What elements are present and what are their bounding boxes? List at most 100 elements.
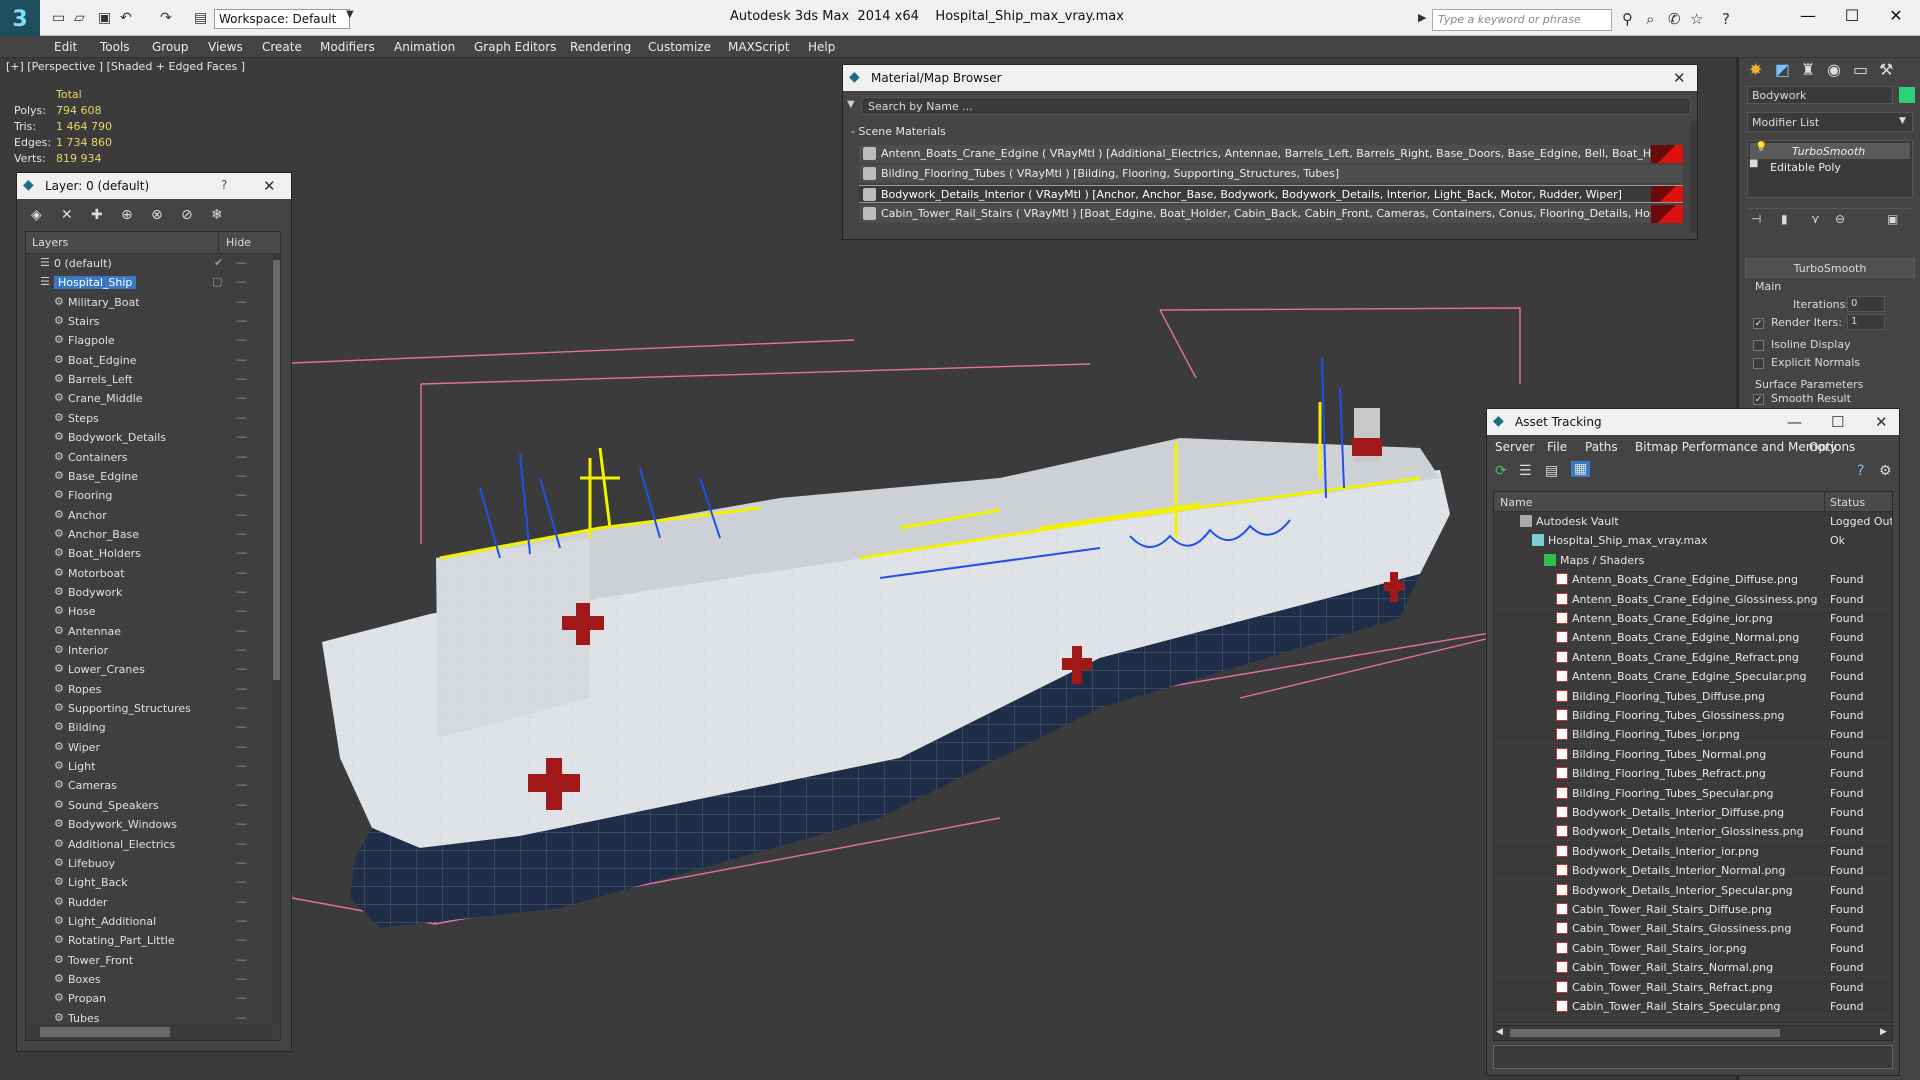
layer-vscroll-thumb[interactable] xyxy=(273,260,280,680)
hide-toggle[interactable]: — xyxy=(236,411,247,424)
asset-row[interactable]: Cabin_Tower_Rail_Stairs_Normal.png Found xyxy=(1494,958,1892,978)
asset-row[interactable]: Antenn_Boats_Crane_Edgine_ior.png Found xyxy=(1494,609,1892,628)
hide-toggle[interactable]: — xyxy=(236,508,247,521)
stack-item-editable-poly[interactable]: Editable Poly xyxy=(1750,159,1910,175)
table-view-icon[interactable]: ▦ xyxy=(1571,461,1591,477)
layer-row[interactable]: ⚙ Lifebuoy — xyxy=(26,854,266,873)
undo-icon[interactable]: ↶ xyxy=(120,10,132,26)
workspace-chevron-down-icon[interactable]: ▼ xyxy=(346,9,354,20)
infocenter-expand-icon[interactable]: ▶ xyxy=(1418,11,1426,24)
asset-close-icon[interactable]: ✕ xyxy=(1875,413,1888,431)
delete-layer-icon[interactable]: ✕ xyxy=(61,207,73,223)
layer-row[interactable]: ⚙ Wiper — xyxy=(26,738,266,757)
layer-row[interactable]: ⚙ Flagpole — xyxy=(26,331,266,350)
hide-column-label[interactable]: Hide xyxy=(226,236,251,249)
layer-row[interactable]: ⚙ Light_Additional — xyxy=(26,912,266,931)
asset-horizontal-scrollbar[interactable]: ◀ ▶ xyxy=(1493,1025,1893,1041)
layer-row[interactable]: ⚙ Supporting_Structures — xyxy=(26,699,266,718)
asset-row[interactable]: Cabin_Tower_Rail_Stairs_Refract.png Found xyxy=(1494,978,1892,997)
hide-toggle[interactable]: — xyxy=(236,585,247,598)
layer-row[interactable]: ⚙ Boat_Holders — xyxy=(26,544,266,563)
asset-row[interactable]: Cabin_Tower_Rail_Stairs_Glossiness.png Fo… xyxy=(1494,919,1892,939)
hide-toggle[interactable]: — xyxy=(236,759,247,772)
layer-row[interactable]: ⚙ Light_Back — xyxy=(26,873,266,892)
modifier-on-bulb-icon[interactable]: 💡 xyxy=(1755,142,1767,153)
motion-tab-icon[interactable]: ◉ xyxy=(1827,60,1841,79)
layer-row[interactable]: ⚙ Rotating_Part_Little — xyxy=(26,931,266,950)
asset-row[interactable]: Cabin_Tower_Rail_Stairs_Specular.png Foun… xyxy=(1494,997,1892,1016)
minimize-window-icon[interactable]: — xyxy=(1786,6,1830,25)
save-file-icon[interactable]: ▣ xyxy=(98,10,111,26)
asset-row[interactable]: Bodywork_Details_Interior_ior.png Found xyxy=(1494,842,1892,861)
layers-column-label[interactable]: Layers xyxy=(32,236,68,249)
status-column-label[interactable]: Status xyxy=(1830,496,1865,509)
layer-row[interactable]: ⚙ Boat_Edgine — xyxy=(26,351,266,370)
render-iters-checkbox[interactable]: ✓ xyxy=(1753,318,1764,329)
create-tab-icon[interactable]: ✸ xyxy=(1749,60,1762,79)
hide-toggle[interactable]: — xyxy=(236,546,247,559)
layer-row[interactable]: ⚙ Cameras — xyxy=(26,776,266,795)
asset-menu-paths[interactable]: Paths xyxy=(1585,440,1618,454)
viewport-label[interactable]: [+] [Perspective ] [Shaded + Edged Faces… xyxy=(6,60,245,73)
layer-row[interactable]: ⚙ Light — xyxy=(26,757,266,776)
hide-toggle[interactable]: — xyxy=(236,682,247,695)
asset-row[interactable]: Bilding_Flooring_Tubes_ior.png Found xyxy=(1494,725,1892,745)
layer-horizontal-scrollbar[interactable] xyxy=(26,1024,272,1040)
menu-customize[interactable]: Customize xyxy=(648,40,711,54)
hide-toggle[interactable]: — xyxy=(236,875,247,888)
search-icon[interactable]: ⌕ xyxy=(1646,10,1654,28)
layer-row[interactable]: ⚙ Interior — xyxy=(26,641,266,660)
asset-row[interactable]: Cabin_Tower_Rail_Stairs_Diffuse.png Found xyxy=(1494,900,1892,919)
binoculars-icon[interactable]: ⚲ xyxy=(1622,10,1633,28)
layer-row[interactable]: ⚙ Bodywork_Details — xyxy=(26,428,266,447)
hide-toggle[interactable]: — xyxy=(236,643,247,656)
stack-expand-icon[interactable]: ■ xyxy=(1749,158,1758,169)
pin-stack-icon[interactable]: ⊣ xyxy=(1751,212,1761,226)
hide-toggle[interactable]: — xyxy=(236,720,247,733)
asset-settings-icon[interactable]: ⚙ xyxy=(1879,463,1892,479)
select-in-layer-icon[interactable]: ⊕ xyxy=(121,207,133,223)
hide-toggle[interactable]: — xyxy=(236,662,247,675)
hide-toggle[interactable]: — xyxy=(236,566,247,579)
refresh-icon[interactable]: ⟳ xyxy=(1495,463,1507,479)
layer-row[interactable]: ⚙ Flooring — xyxy=(26,486,266,505)
redo-icon[interactable]: ↷ xyxy=(160,10,172,26)
hide-toggle[interactable]: — xyxy=(236,817,247,830)
menu-maxscript[interactable]: MAXScript xyxy=(728,40,790,54)
menu-help[interactable]: Help xyxy=(808,40,835,54)
scroll-left-icon[interactable]: ◀ xyxy=(1496,1027,1503,1037)
layer-row-default[interactable]: ☰ 0 (default) ✔ — xyxy=(26,254,266,273)
asset-row[interactable]: Bilding_Flooring_Tubes_Refract.png Found xyxy=(1494,764,1892,784)
layer-row[interactable]: ⚙ Bilding — xyxy=(26,718,266,737)
hide-toggle[interactable]: — xyxy=(236,991,247,1004)
layer-row[interactable]: ⚙ Containers — xyxy=(26,448,266,467)
layer-row[interactable]: ⚙ Ropes — xyxy=(26,680,266,699)
hide-toggle[interactable]: — xyxy=(236,488,247,501)
material-row[interactable]: Antenn_Boats_Crane_Edgine ( VRayMtl ) [A… xyxy=(859,145,1683,163)
scroll-right-icon[interactable]: ▶ xyxy=(1880,1027,1887,1037)
hide-toggle[interactable]: — xyxy=(236,895,247,908)
workspace-dropdown[interactable]: Workspace: Default xyxy=(214,9,350,29)
hide-toggle[interactable]: — xyxy=(236,391,247,404)
menu-animation[interactable]: Animation xyxy=(394,40,455,54)
asset-row[interactable]: Bilding_Flooring_Tubes_Normal.png Found xyxy=(1494,745,1892,764)
layer-row[interactable]: ⚙ Steps — xyxy=(26,409,266,428)
remove-modifier-icon[interactable]: ⊖ xyxy=(1835,212,1845,226)
hide-toggle[interactable]: — xyxy=(236,256,247,269)
layer-row[interactable]: ⚙ Additional_Electrics — xyxy=(26,835,266,854)
menu-rendering[interactable]: Rendering xyxy=(570,40,631,54)
asset-maximize-icon[interactable]: ☐ xyxy=(1831,413,1844,431)
modifier-list-chevron-icon[interactable]: ▼ xyxy=(1899,116,1906,126)
layer-row[interactable]: ⚙ Boxes — xyxy=(26,970,266,989)
asset-row[interactable]: Antenn_Boats_Crane_Edgine_Normal.png Foun… xyxy=(1494,628,1892,648)
configure-sets-icon[interactable]: ▣ xyxy=(1887,212,1898,226)
iterations-spinner[interactable]: 0 xyxy=(1847,296,1885,312)
menu-create[interactable]: Create xyxy=(262,40,302,54)
new-file-icon[interactable]: ▭ xyxy=(52,10,65,26)
asset-row[interactable]: Cabin_Tower_Rail_Stairs_ior.png Found xyxy=(1494,939,1892,958)
material-search-input[interactable]: Search by Name ... xyxy=(861,97,1691,115)
asset-help-icon[interactable]: ? xyxy=(1857,463,1864,479)
isoline-display-checkbox[interactable] xyxy=(1753,340,1764,351)
communication-center-icon[interactable]: ✆ xyxy=(1668,10,1681,28)
layer-row[interactable]: ⚙ Motorboat — xyxy=(26,564,266,583)
